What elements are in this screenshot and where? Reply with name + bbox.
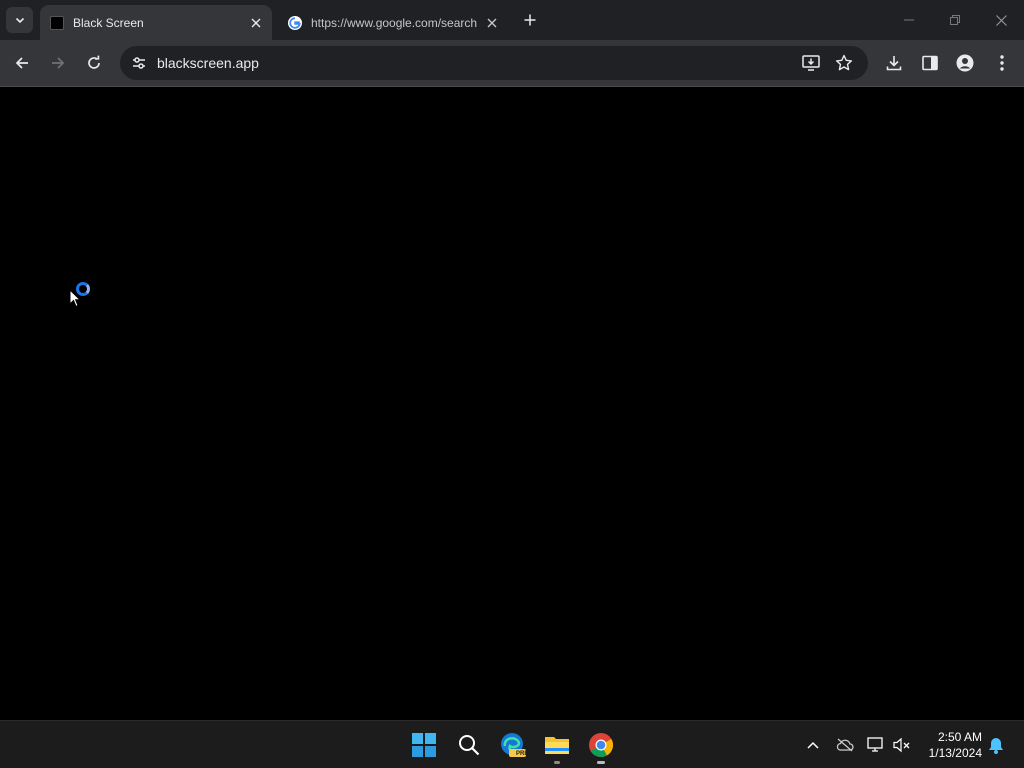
volume-muted-icon xyxy=(893,737,910,753)
close-icon xyxy=(487,18,497,27)
screen: Black Screen https://www.google.com/sear… xyxy=(0,0,1024,768)
minimize-icon xyxy=(904,19,914,21)
plus-icon xyxy=(524,14,536,26)
tune-icon xyxy=(133,57,145,69)
edge-preview-badge: PRE xyxy=(516,751,529,757)
system-clock[interactable]: 2:50 AM 1/13/2024 xyxy=(929,729,982,761)
restore-icon xyxy=(950,15,960,25)
restore-button[interactable] xyxy=(943,8,967,32)
windows-logo-icon xyxy=(412,733,436,757)
page-content[interactable] xyxy=(0,87,1024,720)
new-tab-button[interactable] xyxy=(520,10,540,30)
download-icon xyxy=(886,56,902,71)
tab-black-screen[interactable]: Black Screen xyxy=(40,5,272,40)
chrome-app[interactable] xyxy=(585,729,617,764)
chevron-up-icon xyxy=(807,741,819,749)
downloads-button[interactable] xyxy=(883,52,905,74)
bookmark-button[interactable] xyxy=(834,53,854,73)
reload-button[interactable] xyxy=(82,51,106,75)
network-tray-icon[interactable] xyxy=(867,736,885,754)
install-app-icon xyxy=(802,55,820,71)
taskbar: PRE 2:50 AM 1/13/2024 xyxy=(0,720,1024,768)
profile-button[interactable] xyxy=(954,52,976,74)
side-panel-icon xyxy=(922,55,938,71)
minimize-button[interactable] xyxy=(897,8,921,32)
cloud-off-icon xyxy=(836,738,854,752)
site-info-button[interactable] xyxy=(128,52,150,74)
url-text[interactable]: blackscreen.app xyxy=(157,55,259,71)
install-app-button[interactable] xyxy=(801,53,821,73)
clock-date: 1/13/2024 xyxy=(928,746,982,760)
tab-close-button[interactable] xyxy=(484,15,500,31)
tab-close-button[interactable] xyxy=(248,15,264,31)
file-explorer-app[interactable] xyxy=(541,729,573,764)
network-icon xyxy=(867,737,883,752)
search-icon xyxy=(459,735,480,756)
running-indicator xyxy=(597,761,605,764)
close-window-button[interactable] xyxy=(989,8,1013,32)
menu-button[interactable] xyxy=(991,52,1013,74)
clock-time: 2:50 AM xyxy=(937,730,982,744)
running-indicator xyxy=(554,761,560,764)
edge-preview-app[interactable]: PRE xyxy=(497,729,529,761)
close-icon xyxy=(995,14,1007,26)
tab-strip: Black Screen https://www.google.com/sear… xyxy=(0,0,1024,40)
more-vertical-icon xyxy=(1000,55,1004,71)
show-hidden-icons-button[interactable] xyxy=(804,736,822,754)
black-screen-favicon-icon xyxy=(49,15,65,31)
folder-icon xyxy=(545,737,569,754)
tab-search-button[interactable] xyxy=(6,7,33,33)
chevron-down-icon xyxy=(15,17,24,24)
profile-icon xyxy=(956,54,974,72)
address-bar[interactable]: blackscreen.app xyxy=(120,46,868,80)
tab-google-search[interactable]: https://www.google.com/search xyxy=(278,5,508,40)
side-panel-button[interactable] xyxy=(919,52,941,74)
tab-title: https://www.google.com/search xyxy=(311,15,478,30)
arrow-left-icon xyxy=(15,57,28,69)
notifications-button[interactable] xyxy=(987,736,1005,754)
start-button[interactable] xyxy=(408,729,440,761)
back-button[interactable] xyxy=(10,51,34,75)
loading-spinner-icon xyxy=(76,282,90,296)
forward-button[interactable] xyxy=(46,51,70,75)
reload-icon xyxy=(88,55,100,69)
close-icon xyxy=(251,18,261,27)
star-icon xyxy=(835,54,853,71)
bell-icon xyxy=(989,737,1003,754)
arrow-right-icon xyxy=(52,57,65,69)
onedrive-tray-icon[interactable] xyxy=(836,736,854,754)
search-button[interactable] xyxy=(453,729,485,761)
browser-toolbar: blackscreen.app xyxy=(0,40,1024,86)
google-favicon-icon xyxy=(287,15,303,31)
chrome-icon xyxy=(589,733,614,758)
volume-tray-icon[interactable] xyxy=(893,736,911,754)
tab-title: Black Screen xyxy=(73,15,144,30)
